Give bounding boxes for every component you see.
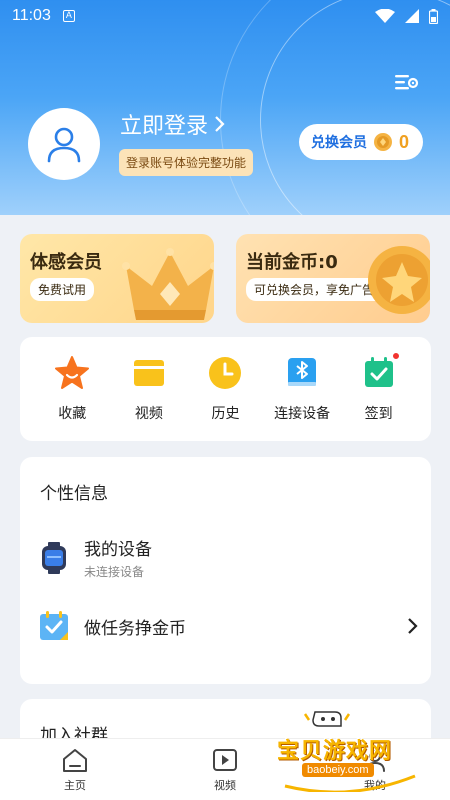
action-label: 历史	[211, 406, 240, 422]
action-connect-device[interactable]: 连接设备	[264, 355, 341, 441]
signal-icon	[405, 9, 419, 23]
settings-icon	[395, 75, 419, 90]
coin-stack-icon	[368, 246, 430, 314]
nav-video[interactable]: 视频	[195, 747, 255, 793]
section-heading: 个性信息	[40, 484, 108, 504]
settings-button[interactable]	[392, 68, 420, 96]
watermark-text: 宝贝游戏网	[277, 739, 393, 764]
crown-icon	[122, 248, 214, 320]
status-icons	[375, 8, 438, 24]
nav-label: 我的	[364, 779, 386, 792]
login-tip-badge: 登录账号体验完整功能	[119, 149, 254, 176]
star-icon	[55, 356, 90, 389]
nav-home[interactable]: 主页	[45, 747, 105, 793]
action-label: 连接设备	[274, 406, 331, 422]
action-history[interactable]: 历史	[187, 355, 264, 441]
home-icon	[63, 749, 87, 772]
status-time: 11:03	[12, 7, 51, 24]
coin-icon	[374, 133, 392, 151]
login-label: 立即登录	[120, 114, 209, 139]
calendar-check-icon	[364, 357, 393, 387]
action-label: 视频	[134, 406, 163, 422]
action-label: 收藏	[58, 406, 87, 422]
play-icon	[213, 749, 237, 771]
avatar[interactable]	[28, 108, 100, 180]
vip-card-pill: 免费试用	[30, 278, 95, 301]
coins-card[interactable]: 当前金币:0 可兑换会员，享免广告特权	[236, 234, 430, 323]
chevron-right-icon	[408, 618, 418, 634]
action-label: 签到	[364, 406, 393, 422]
watermark-url: baobeiy.com	[302, 763, 374, 777]
watch-icon	[42, 541, 66, 574]
vip-card[interactable]: 体感会员 免费试用	[20, 234, 214, 323]
vip-card-title: 体感会员	[30, 252, 102, 273]
earn-coins-row[interactable]: 做任务挣金币	[38, 610, 418, 642]
status-bar: 11:03 A	[0, 0, 450, 32]
wifi-icon	[375, 9, 395, 23]
task-calendar-icon	[40, 611, 68, 640]
row-subtitle: 未连接设备	[84, 565, 145, 579]
row-title: 我的设备	[84, 540, 152, 560]
action-favorites[interactable]: 收藏	[34, 355, 111, 441]
coins-card-title: 当前金币:0	[246, 252, 338, 273]
exchange-vip-button[interactable]: 兑换会员 0	[299, 124, 423, 160]
action-check-in[interactable]: 签到	[340, 352, 417, 441]
nav-label: 主页	[64, 779, 86, 792]
notification-dot	[391, 352, 400, 360]
nav-label: 视频	[214, 779, 236, 792]
my-device-row[interactable]: 我的设备 未连接设备	[38, 535, 418, 580]
clock-icon	[209, 357, 242, 389]
login-link[interactable]: 立即登录	[120, 108, 226, 140]
row-title: 做任务挣金币	[84, 618, 186, 639]
action-videos[interactable]: 视频	[111, 355, 188, 441]
coin-count: 0	[399, 131, 410, 152]
quick-actions: 收藏 视频 历史 连接设备 签到	[20, 337, 431, 441]
video-folder-icon	[133, 360, 164, 386]
battery-icon	[429, 8, 438, 24]
user-icon	[47, 127, 81, 163]
notification-icon: A	[62, 10, 75, 22]
personal-info-section: 个性信息 我的设备 未连接设备 做任务挣金币	[20, 457, 431, 684]
chevron-right-icon	[215, 116, 225, 132]
exchange-label: 兑换会员	[311, 135, 367, 151]
bluetooth-icon	[288, 358, 317, 386]
